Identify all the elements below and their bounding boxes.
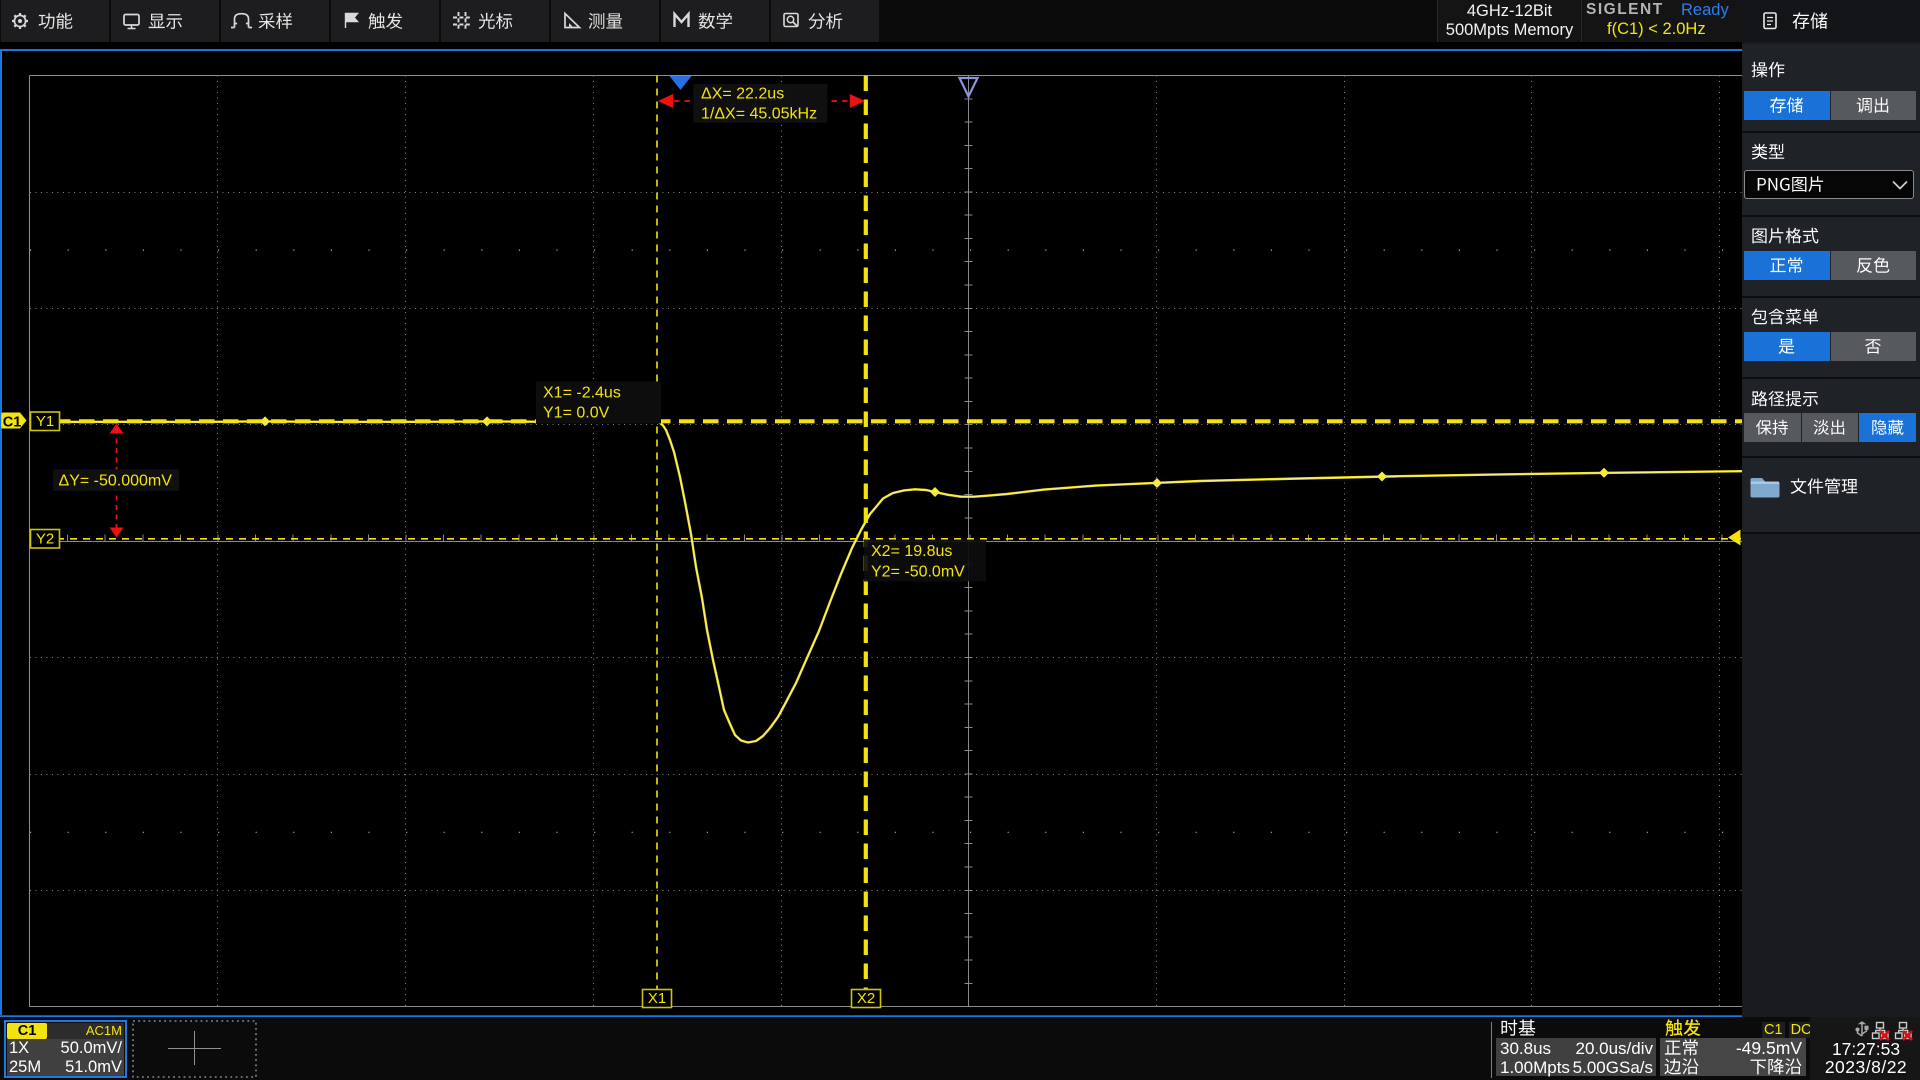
svg-text:-49.5mV: -49.5mV [1736,1038,1802,1058]
